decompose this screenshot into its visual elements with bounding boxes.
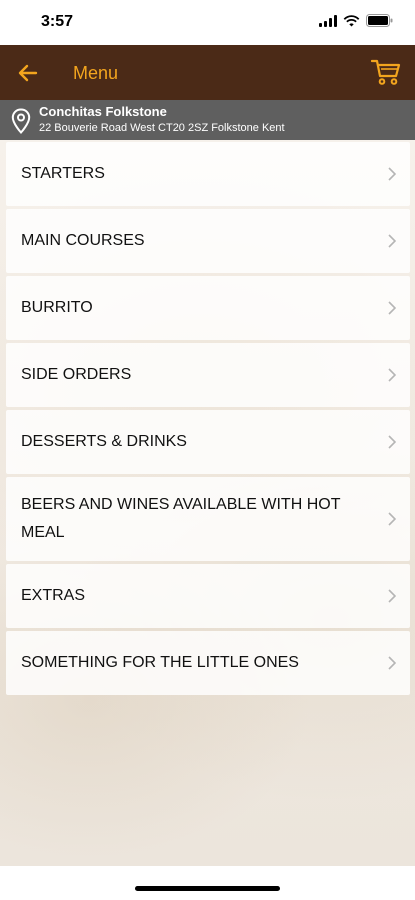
menu-item-label: MAIN COURSES [21, 232, 145, 249]
menu-item-label: SOMETHING FOR THE LITTLE ONES [21, 654, 299, 671]
menu-content: STARTERS MAIN COURSES BURRITO SIDE ORDER… [0, 140, 415, 866]
menu-item-little-ones[interactable]: SOMETHING FOR THE LITTLE ONES [6, 631, 410, 695]
menu-item-desserts-drinks[interactable]: DESSERTS & DRINKS [6, 410, 410, 474]
store-name: Conchitas Folkstone [39, 104, 167, 119]
menu-item-beers-wines[interactable]: BEERS AND WINES AVAILABLE WITH HOT MEAL [6, 477, 410, 561]
chevron-right-icon [388, 435, 396, 449]
signal-icon [319, 14, 337, 27]
store-address: 22 Bouverie Road West CT20 2SZ Folkstone… [39, 122, 285, 134]
battery-icon [366, 14, 393, 27]
menu-item-label: EXTRAS [21, 587, 86, 604]
menu-item-label: SIDE ORDERS [21, 366, 132, 383]
store-info-bar[interactable]: Conchitas Folkstone 22 Bouverie Road Wes… [0, 100, 415, 140]
chevron-right-icon [388, 512, 396, 526]
menu-item-main-courses[interactable]: MAIN COURSES [6, 209, 410, 273]
page-title: Menu [73, 63, 119, 83]
cart-icon[interactable] [370, 58, 401, 86]
menu-item-label: DESSERTS & DRINKS [21, 433, 187, 450]
menu-item-burrito[interactable]: BURRITO [6, 276, 410, 340]
status-bar: 3:57 [0, 0, 415, 45]
chevron-right-icon [388, 589, 396, 603]
menu-item-side-orders[interactable]: SIDE ORDERS [6, 343, 410, 407]
menu-item-label: STARTERS [21, 165, 105, 182]
wifi-icon [343, 14, 360, 27]
chevron-right-icon [388, 656, 396, 670]
location-pin-icon [11, 108, 31, 134]
menu-item-label: BEERS AND WINES AVAILABLE WITH HOT MEAL [21, 496, 341, 541]
chevron-right-icon [388, 301, 396, 315]
home-bar [0, 866, 415, 900]
header-bar: Menu [0, 45, 415, 100]
menu-category-list: STARTERS MAIN COURSES BURRITO SIDE ORDER… [6, 142, 410, 698]
status-icons [319, 14, 393, 27]
status-time: 3:57 [41, 13, 74, 30]
menu-item-extras[interactable]: EXTRAS [6, 564, 410, 628]
chevron-right-icon [388, 234, 396, 248]
back-arrow-icon[interactable] [17, 62, 39, 84]
chevron-right-icon [388, 368, 396, 382]
menu-item-label: BURRITO [21, 299, 93, 316]
chevron-right-icon [388, 167, 396, 181]
home-indicator[interactable] [135, 886, 280, 891]
menu-item-starters[interactable]: STARTERS [6, 142, 410, 206]
